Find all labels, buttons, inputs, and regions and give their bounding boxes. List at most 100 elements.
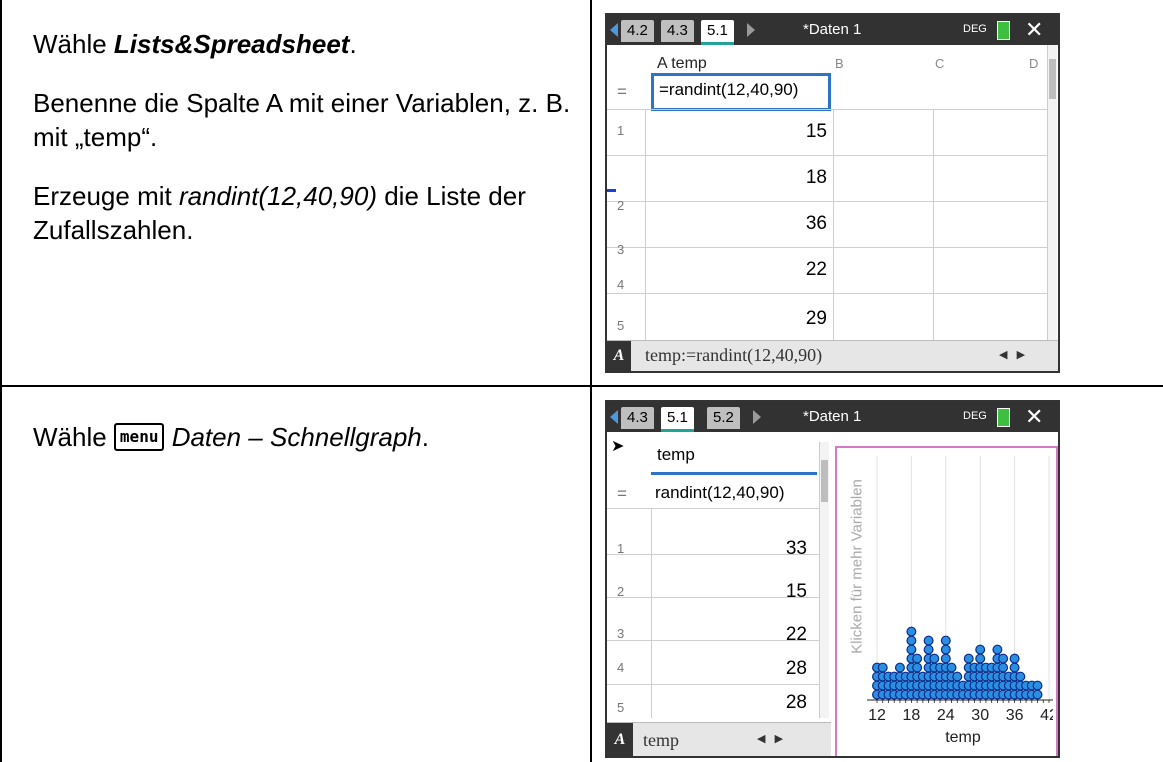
row-number: 1 bbox=[617, 123, 625, 138]
calculator-screen-spreadsheet: 4.2 4.3 5.1 *Daten 1 DEG ✕ A temp B C D … bbox=[605, 13, 1060, 373]
data-point[interactable] bbox=[1015, 671, 1026, 682]
grid-line bbox=[607, 508, 819, 509]
tab-4-3[interactable]: 4.3 bbox=[621, 407, 654, 429]
instruction-step-quick-graph: Wähle menu Daten – Schnellgraph. bbox=[33, 422, 429, 452]
table-cell[interactable]: 36 bbox=[757, 213, 827, 235]
data-point[interactable] bbox=[998, 662, 1009, 673]
angle-mode-indicator: DEG bbox=[963, 410, 987, 422]
dot-plot: 12 18 24 30 36 42 temp bbox=[867, 456, 1053, 746]
table-cell[interactable]: 28 bbox=[737, 658, 807, 680]
instruction-step-name-column: Benenne die Spalte A mit einer Variablen… bbox=[33, 88, 571, 152]
data-point[interactable] bbox=[963, 653, 974, 664]
data-point[interactable] bbox=[923, 635, 934, 646]
scrollbar-thumb[interactable] bbox=[1049, 59, 1056, 99]
scrollbar-thumb[interactable] bbox=[821, 460, 828, 502]
column-header-d[interactable]: D bbox=[1029, 53, 1038, 75]
table-cell[interactable]: 22 bbox=[757, 259, 827, 281]
grid-line bbox=[933, 109, 934, 341]
table-cell[interactable]: 15 bbox=[737, 581, 807, 603]
table-cell[interactable]: 28 bbox=[737, 692, 807, 714]
formula-entry-line[interactable]: temp:=randint(12,40,90) bbox=[645, 345, 822, 366]
data-point[interactable] bbox=[975, 653, 986, 664]
data-point[interactable] bbox=[998, 653, 1009, 664]
formula-cell-value[interactable]: randint(12,40,90) bbox=[655, 482, 784, 504]
row-number: 4 bbox=[617, 660, 625, 675]
tab-scroll-right-icon[interactable] bbox=[753, 410, 761, 424]
tab-4-3[interactable]: 4.3 bbox=[661, 20, 694, 42]
status-bar: A temp:=randint(12,40,90) ◀ ▶ bbox=[607, 340, 1058, 371]
vertical-scrollbar[interactable] bbox=[819, 442, 829, 718]
data-point[interactable] bbox=[1032, 689, 1043, 700]
tab-scroll-left-icon[interactable] bbox=[610, 23, 618, 37]
vertical-scrollbar[interactable] bbox=[1047, 45, 1057, 341]
angle-mode-indicator: DEG bbox=[963, 23, 987, 35]
data-point[interactable] bbox=[929, 653, 940, 664]
instruction-step-select-app: Wähle Lists&Spreadsheet. bbox=[33, 29, 357, 59]
calculator-screen-quickgraph: 4.3 5.1 5.2 *Daten 1 DEG ✕ ➤ temp = rand… bbox=[605, 400, 1060, 758]
data-point[interactable] bbox=[894, 662, 905, 673]
tab-scroll-left-icon[interactable] bbox=[610, 410, 618, 424]
data-point[interactable] bbox=[906, 644, 917, 655]
grid-line bbox=[607, 155, 1047, 156]
data-point[interactable] bbox=[906, 626, 917, 637]
row-number: 4 bbox=[617, 277, 625, 292]
data-point[interactable] bbox=[1009, 653, 1020, 664]
list-status-bar: A temp ◀ ▶ bbox=[607, 722, 831, 756]
cell-navigation-arrows[interactable]: ◀ ▶ bbox=[999, 348, 1025, 361]
grid-line bbox=[607, 293, 1047, 294]
row-number: 5 bbox=[617, 318, 625, 333]
close-icon[interactable]: ✕ bbox=[1025, 18, 1043, 42]
battery-icon bbox=[997, 21, 1010, 40]
column-header-temp[interactable]: temp bbox=[657, 444, 695, 466]
x-tick-label: 30 bbox=[971, 707, 989, 724]
column-header-c[interactable]: C bbox=[935, 53, 944, 75]
x-axis-label: temp bbox=[945, 729, 981, 746]
x-tick-label: 24 bbox=[937, 707, 955, 724]
table-column-divider bbox=[590, 0, 592, 762]
variable-name[interactable]: temp bbox=[643, 730, 679, 751]
data-point[interactable] bbox=[952, 671, 963, 682]
tab-5-2[interactable]: 5.2 bbox=[707, 407, 740, 429]
row-number: 5 bbox=[617, 700, 625, 715]
close-icon[interactable]: ✕ bbox=[1025, 405, 1043, 429]
grid-line bbox=[607, 201, 1047, 202]
data-point[interactable] bbox=[1032, 680, 1043, 691]
data-point[interactable] bbox=[946, 662, 957, 673]
table-cell[interactable]: 18 bbox=[757, 167, 827, 189]
data-point[interactable] bbox=[940, 635, 951, 646]
tab-4-2[interactable]: 4.2 bbox=[621, 20, 654, 42]
row-number: 3 bbox=[617, 626, 625, 641]
data-point[interactable] bbox=[1009, 662, 1020, 673]
table-cell[interactable]: 22 bbox=[737, 624, 807, 646]
tab-5-1[interactable]: 5.1 bbox=[661, 407, 694, 432]
table-cell[interactable]: 29 bbox=[757, 308, 827, 330]
data-stats-pane[interactable]: Klicken für mehr Variablen 121824303642t… bbox=[835, 446, 1058, 756]
data-point[interactable] bbox=[912, 653, 923, 664]
column-header-a[interactable]: A temp bbox=[657, 53, 707, 75]
table-cell[interactable]: 15 bbox=[757, 121, 827, 143]
table-border-left bbox=[0, 0, 2, 762]
tab-5-1[interactable]: 5.1 bbox=[701, 20, 734, 45]
data-point[interactable] bbox=[877, 662, 888, 673]
data-point[interactable] bbox=[940, 653, 951, 664]
formula-cell-value: =randint(12,40,90) bbox=[659, 80, 799, 99]
menu-path: Daten – Schnellgraph bbox=[171, 422, 422, 452]
data-point[interactable] bbox=[992, 644, 1003, 655]
data-point[interactable] bbox=[923, 644, 934, 655]
table-cell[interactable]: 33 bbox=[737, 538, 807, 560]
instruction-block-1: Wähle Lists&Spreadsheet. Benenne die Spa… bbox=[33, 27, 573, 272]
column-header-b[interactable]: B bbox=[835, 53, 844, 75]
row-number: 1 bbox=[617, 541, 625, 556]
grid-line bbox=[651, 508, 652, 718]
tab-scroll-right-icon[interactable] bbox=[747, 23, 755, 37]
data-point[interactable] bbox=[912, 662, 923, 673]
data-point[interactable] bbox=[975, 644, 986, 655]
data-point[interactable] bbox=[940, 644, 951, 655]
grid-line bbox=[607, 684, 819, 685]
battery-icon bbox=[997, 408, 1010, 427]
data-point[interactable] bbox=[906, 635, 917, 646]
x-tick-label: 12 bbox=[868, 707, 886, 724]
cell-navigation-arrows[interactable]: ◀ ▶ bbox=[757, 732, 783, 745]
pointer-icon: ➤ bbox=[611, 438, 625, 455]
row-number: 2 bbox=[617, 198, 625, 213]
